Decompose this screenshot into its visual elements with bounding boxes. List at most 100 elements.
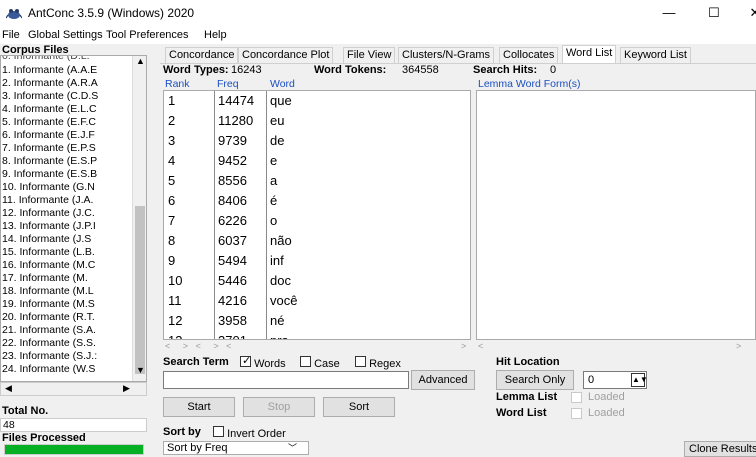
- word-list-table[interactable]: 1 14474 que 2 11280 eu 3 9739 de 4 9452 …: [163, 90, 471, 340]
- scroll-right-arrow-icon[interactable]: >: [183, 341, 188, 351]
- tab-concordance[interactable]: Concordance: [165, 47, 239, 63]
- advanced-button[interactable]: Advanced: [411, 370, 475, 390]
- tab-collocates[interactable]: Collocates: [499, 47, 559, 63]
- table-row[interactable]: 5 8556 a: [164, 173, 470, 195]
- regex-checkbox-label[interactable]: Regex: [369, 358, 401, 370]
- case-checkbox-group[interactable]: Case: [300, 356, 340, 370]
- corpus-file-list[interactable]: 0. Informante (D.L. 1. Informante (A.A.E…: [0, 55, 147, 382]
- maximize-button[interactable]: ☐: [699, 2, 729, 24]
- list-item[interactable]: 2. Informante (A.R.A: [2, 77, 132, 89]
- corpus-horizontal-scrollbar[interactable]: ◀ ▶: [0, 382, 147, 396]
- list-item[interactable]: 15. Informante (L.B.: [2, 246, 132, 258]
- table-row[interactable]: 11 4216 você: [164, 293, 470, 315]
- menu-help[interactable]: Help: [204, 29, 227, 41]
- minimize-button[interactable]: —: [654, 2, 684, 24]
- menu-global-settings[interactable]: Global Settings: [28, 29, 103, 41]
- scroll-left-arrow-icon[interactable]: <: [226, 341, 231, 351]
- lemma-word-form-list[interactable]: [476, 90, 756, 340]
- scroll-right-arrow-icon[interactable]: >: [213, 341, 218, 351]
- list-item[interactable]: 8. Informante (E.S.P: [2, 155, 132, 167]
- list-item[interactable]: 13. Informante (J.P.I: [2, 220, 132, 232]
- table-row[interactable]: 13 3701 pra: [164, 333, 470, 339]
- list-item[interactable]: 10. Informante (G.N: [2, 181, 132, 193]
- list-item[interactable]: 23. Informante (S.J.:: [2, 350, 132, 362]
- corpus-vertical-scrollbar[interactable]: ▲ ▼: [132, 56, 146, 381]
- scroll-left-arrow-icon[interactable]: <: [165, 341, 170, 351]
- chevron-down-icon[interactable]: ﹀: [288, 442, 297, 454]
- list-item[interactable]: 3. Informante (C.D.S: [2, 90, 132, 102]
- scroll-up-arrow-icon[interactable]: ▲: [136, 56, 145, 66]
- case-checkbox-label[interactable]: Case: [314, 358, 340, 370]
- start-button[interactable]: Start: [163, 397, 235, 417]
- list-item[interactable]: 6. Informante (E.J.F: [2, 129, 132, 141]
- list-item[interactable]: 12. Informante (J.C.: [2, 207, 132, 219]
- list-item[interactable]: 5. Informante (E.F.C: [2, 116, 132, 128]
- scrollbar-thumb[interactable]: [135, 206, 145, 374]
- words-checkbox-group[interactable]: Words: [240, 356, 286, 370]
- scroll-right-arrow-icon[interactable]: >: [736, 341, 741, 351]
- spinner-arrows-icon[interactable]: ▲▼: [631, 373, 648, 387]
- table-row[interactable]: 4 9452 e: [164, 153, 470, 175]
- lemma-list-hscroll[interactable]: < >: [478, 341, 756, 351]
- list-item[interactable]: 24. Informante (W.S: [2, 363, 132, 375]
- tab-word-list[interactable]: Word List: [562, 45, 617, 63]
- search-hits-label: Search Hits:: [473, 64, 538, 76]
- table-row[interactable]: 9 5494 inf: [164, 253, 470, 275]
- list-item[interactable]: 4. Informante (E.L.C: [2, 103, 132, 115]
- words-checkbox-label[interactable]: Words: [254, 358, 286, 370]
- table-row[interactable]: 2 11280 eu: [164, 113, 470, 135]
- list-item[interactable]: 9. Informante (E.S.B: [2, 168, 132, 180]
- close-button[interactable]: ✕: [740, 2, 756, 24]
- table-row[interactable]: 3 9739 de: [164, 133, 470, 155]
- tab-keyword-list[interactable]: Keyword List: [620, 47, 691, 63]
- list-item[interactable]: 11. Informante (J.A.: [2, 194, 132, 206]
- column-header-word[interactable]: Word: [270, 78, 295, 90]
- search-term-input[interactable]: [163, 371, 409, 389]
- menu-tool-preferences[interactable]: Tool Preferences: [106, 29, 189, 41]
- word-list-hscroll[interactable]: < > < > < >: [165, 341, 473, 351]
- column-header-freq[interactable]: Freq: [217, 78, 239, 90]
- table-row[interactable]: 10 5446 doc: [164, 273, 470, 295]
- list-item[interactable]: 19. Informante (M.S: [2, 298, 132, 310]
- list-item[interactable]: 7. Informante (E.P.S: [2, 142, 132, 154]
- list-item[interactable]: 16. Informante (M.C: [2, 259, 132, 271]
- scroll-left-arrow-icon[interactable]: ◀: [5, 383, 12, 394]
- regex-checkbox-group[interactable]: Regex: [355, 356, 401, 370]
- tab-file-view[interactable]: File View: [343, 47, 396, 63]
- table-row[interactable]: 6 8406 é: [164, 193, 470, 215]
- invert-order-label[interactable]: Invert Order: [227, 428, 286, 440]
- table-row[interactable]: 1 14474 que: [164, 93, 470, 115]
- list-item[interactable]: 20. Informante (R.T.: [2, 311, 132, 323]
- sort-button[interactable]: Sort: [323, 397, 395, 417]
- list-item[interactable]: 17. Informante (M.: [2, 272, 132, 284]
- tab-clusters-ngrams[interactable]: Clusters/N-Grams: [398, 47, 495, 63]
- column-header-lemma[interactable]: Lemma Word Form(s): [478, 78, 580, 90]
- menu-file[interactable]: File: [2, 29, 20, 41]
- invert-order-group[interactable]: Invert Order: [213, 426, 286, 440]
- list-item[interactable]: 22. Informante (S.S.: [2, 337, 132, 349]
- search-only-button[interactable]: Search Only: [496, 370, 574, 390]
- list-item[interactable]: 18. Informante (M.L: [2, 285, 132, 297]
- invert-order-checkbox[interactable]: [213, 426, 224, 437]
- word-tokens-value: 364558: [402, 64, 439, 76]
- table-row[interactable]: 7 6226 o: [164, 213, 470, 235]
- scroll-down-arrow-icon[interactable]: ▼: [136, 365, 145, 375]
- scroll-right-arrow-icon[interactable]: >: [461, 341, 466, 351]
- table-row[interactable]: 8 6037 não: [164, 233, 470, 255]
- scroll-left-arrow-icon[interactable]: <: [478, 341, 483, 351]
- table-row[interactable]: 12 3958 né: [164, 313, 470, 335]
- list-item[interactable]: 14. Informante (J.S: [2, 233, 132, 245]
- tab-concordance-plot[interactable]: Concordance Plot: [238, 47, 334, 63]
- words-checkbox[interactable]: [240, 356, 251, 367]
- list-item[interactable]: 21. Informante (S.A.: [2, 324, 132, 336]
- case-checkbox[interactable]: [300, 356, 311, 367]
- list-item[interactable]: 0. Informante (D.L.: [2, 56, 132, 62]
- list-item[interactable]: 1. Informante (A.A.E: [2, 64, 132, 76]
- files-processed-label: Files Processed: [2, 432, 86, 444]
- regex-checkbox[interactable]: [355, 356, 366, 367]
- sort-by-select[interactable]: Sort by Freq ﹀: [163, 441, 309, 455]
- scroll-left-arrow-icon[interactable]: <: [196, 341, 201, 351]
- stop-button[interactable]: Stop: [243, 397, 315, 417]
- column-header-rank[interactable]: Rank: [165, 78, 190, 90]
- scroll-right-arrow-icon[interactable]: ▶: [123, 383, 130, 394]
